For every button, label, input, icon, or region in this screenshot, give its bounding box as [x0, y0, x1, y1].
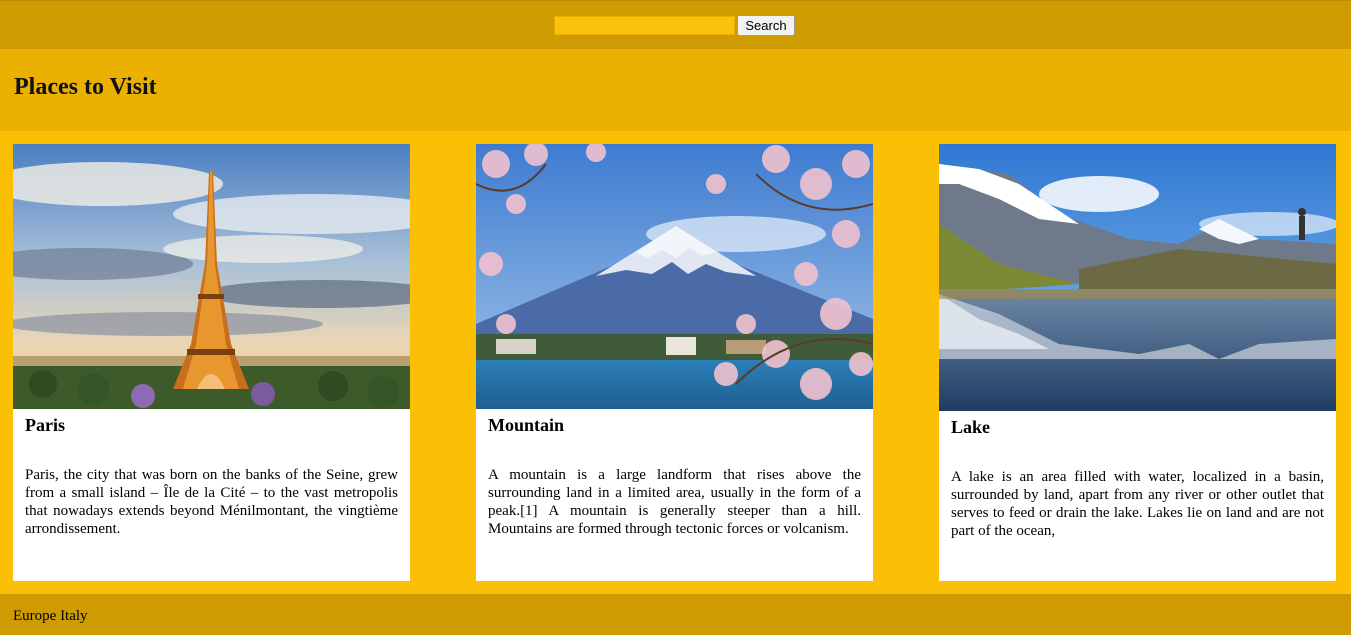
mountain-fuji-image: [476, 144, 873, 409]
card-paris: Paris Paris, the city that was born on t…: [13, 144, 410, 581]
card-title: Paris: [25, 415, 65, 435]
page: Search Places to Visit Paris Paris, the …: [0, 0, 1351, 635]
search-button[interactable]: Search: [737, 15, 795, 36]
header: Places to Visit: [0, 49, 1351, 131]
lake-reflection-image: [939, 144, 1336, 411]
footer: Europe Italy: [0, 594, 1351, 635]
footer-text: Europe Italy: [13, 608, 88, 624]
page-title: Places to Visit: [14, 74, 157, 100]
card-mountain: Mountain A mountain is a large landform …: [476, 144, 873, 581]
top-bar: Search: [0, 0, 1351, 49]
search-input[interactable]: [554, 16, 735, 35]
card-title: Mountain: [488, 415, 565, 435]
search-form: Search: [554, 15, 795, 36]
card-title: Lake: [951, 417, 991, 437]
card-description: A lake is an area filled with water, loc…: [951, 469, 1324, 539]
card-description: Paris, the city that was born on the ban…: [25, 467, 398, 537]
card-lake: Lake A lake is an area filled with water…: [939, 144, 1336, 581]
card-description: A mountain is a large landform that rise…: [488, 467, 861, 537]
paris-eiffel-tower-image: [13, 144, 410, 409]
